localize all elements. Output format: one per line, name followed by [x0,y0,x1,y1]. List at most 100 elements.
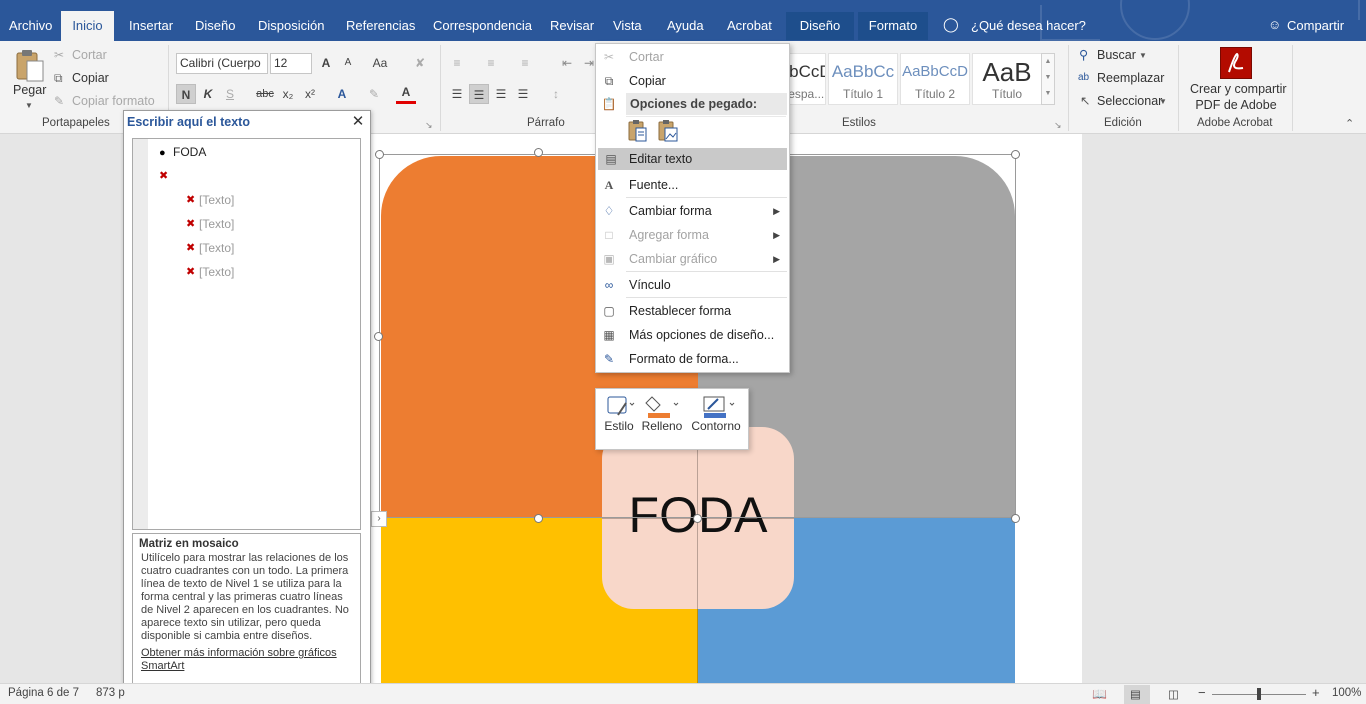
paste-picture-icon[interactable] [657,119,679,143]
tab-insertar[interactable]: Insertar [120,12,182,40]
font-color-icon[interactable]: A [396,84,416,104]
menu-item-edit-text[interactable]: ▤ Editar texto [598,148,787,170]
resize-handle[interactable] [534,514,543,523]
share-button[interactable]: Compartir [1278,12,1353,40]
tab-smartart-formato[interactable]: Formato [858,12,928,40]
menu-item-format-shape[interactable]: ✎ Formato de forma... [596,348,789,370]
tab-revisar[interactable]: Revisar [541,12,603,40]
learn-more-link[interactable]: Obtener más información sobre gráficos S… [139,647,354,673]
find-button[interactable]: Buscar [1097,46,1136,64]
shrink-font-icon[interactable]: A [338,53,358,73]
align-center-icon[interactable]: ☰ [469,84,489,104]
tab-ayuda[interactable]: Ayuda [658,12,713,40]
strikethrough-button[interactable]: abc [252,84,278,104]
word-count[interactable]: 873 p [96,687,125,699]
highlight-icon[interactable]: ✎ [364,84,384,104]
replace-button[interactable]: Reemplazar [1097,69,1164,87]
tab-inicio[interactable]: Inicio [61,11,114,41]
tab-disposicion[interactable]: Disposición [249,12,333,40]
styles-gallery-scroll[interactable]: ▲ ▼ ▼ [1041,53,1055,105]
menu-item-link[interactable]: ∞ Vínculo [596,274,789,296]
style-title[interactable]: AaB Título [972,53,1042,105]
style-button[interactable]: Estilo [602,393,636,433]
styles-dialog-launcher-icon[interactable]: ↘ [1054,120,1062,131]
menu-item-layout-options[interactable]: ▦ Más opciones de diseño... [596,324,789,346]
menu-item-font[interactable]: A Fuente... [596,174,789,196]
create-pdf-line2[interactable]: PDF de Adobe [1190,96,1282,114]
text-pane-toggle-icon[interactable]: › [371,511,387,527]
font-size-value: 12 [274,56,288,70]
menu-item-change-graphic[interactable]: ▣ Cambiar gráfico ▶ [596,248,789,270]
font-dialog-launcher-icon[interactable]: ↘ [425,120,433,131]
zoom-slider-thumb[interactable] [1257,688,1261,700]
tab-diseno[interactable]: Diseño [186,12,244,40]
tab-vista[interactable]: Vista [604,12,651,40]
style-heading-1[interactable]: AaBbCc Título 1 [828,53,898,105]
font-size-field[interactable]: 12 [270,53,312,74]
align-right-icon[interactable]: ☰ [491,84,511,104]
numbering-icon[interactable]: ≡ [481,53,501,73]
tab-correspondencia[interactable]: Correspondencia [424,12,541,40]
superscript-icon[interactable]: x² [300,84,320,104]
text-pane-list[interactable]: ● FODA ✖ ✖ [Texto] ✖ [Texto] ✖ [Texto] ✖… [132,138,361,530]
cut-button[interactable]: Cortar [72,46,107,64]
menu-item-add-shape[interactable]: □ Agregar forma ▶ [596,224,789,246]
style-heading-2[interactable]: AaBbCcD Título 2 [900,53,970,105]
resize-handle[interactable] [1011,150,1020,159]
zoom-in-icon[interactable]: + [1312,685,1320,700]
clear-format-icon[interactable]: ✘ [410,53,430,73]
format-painter-button[interactable]: Copiar formato [72,92,155,110]
list-item[interactable]: [Texto] [199,265,234,279]
select-button[interactable]: Seleccionar [1097,92,1162,110]
underline-icon[interactable]: S [220,84,240,104]
align-left-icon[interactable]: ☰ [447,84,467,104]
menu-item-copy[interactable]: ⧉ Copiar [596,70,789,92]
resize-handle[interactable] [375,150,384,159]
resize-handle[interactable] [1011,514,1020,523]
decrease-indent-icon[interactable]: ⇤ [557,53,577,73]
collapse-ribbon-icon[interactable]: ⌃ [1345,117,1354,130]
fill-button[interactable]: Relleno [640,393,684,433]
subscript-icon[interactable]: x₂ [278,84,298,104]
menu-item-reset-shape[interactable]: ▢ Restablecer forma [596,300,789,322]
tell-me-search[interactable]: ¿Qué desea hacer? [962,12,1095,40]
line-spacing-icon[interactable]: ↕ [546,84,566,104]
list-item[interactable]: FODA [173,145,206,159]
italic-icon[interactable]: K [198,84,218,104]
paste-keep-source-icon[interactable] [627,119,649,143]
zoom-out-icon[interactable]: − [1198,685,1206,700]
paste-dropdown-arrow-icon[interactable]: ▼ [25,97,33,115]
menu-item-cut[interactable]: ✂ Cortar [596,46,789,68]
bold-icon[interactable]: N [176,84,196,104]
grow-font-icon[interactable]: A [316,53,336,73]
font-name-field[interactable]: Calibri (Cuerpo [176,53,268,74]
resize-handle[interactable] [693,514,702,523]
resize-handle[interactable] [374,332,383,341]
page-count[interactable]: Página 6 de 7 [8,687,79,699]
justify-icon[interactable]: ☰ [513,84,533,104]
tab-archivo[interactable]: Archivo [0,12,61,40]
bullets-icon[interactable]: ≡ [447,53,467,73]
tab-referencias[interactable]: Referencias [337,12,424,40]
resize-handle[interactable] [534,148,543,157]
text-effects-icon[interactable]: A [332,84,352,104]
web-layout-icon[interactable]: ◫ [1168,687,1179,701]
outline-button[interactable]: Contorno [688,393,744,433]
find-dropdown-arrow-icon[interactable]: ▼ [1139,47,1147,65]
copy-button[interactable]: Copiar [72,69,109,87]
tab-smartart-diseno[interactable]: Diseño [786,12,854,40]
list-item[interactable]: [Texto] [199,217,234,231]
list-item[interactable]: [Texto] [199,241,234,255]
menu-item-change-shape[interactable]: ♢ Cambiar forma ▶ [596,200,789,222]
zoom-level[interactable]: 100% [1332,687,1361,699]
change-case-button[interactable]: Aa [366,53,394,73]
close-icon[interactable]: ✕ [349,113,367,131]
tab-acrobat[interactable]: Acrobat [718,12,781,40]
print-layout-icon[interactable]: ▤ [1130,687,1141,701]
paste-icon[interactable] [14,47,46,83]
multilevel-list-icon[interactable]: ≡ [515,53,535,73]
list-item[interactable]: [Texto] [199,193,234,207]
read-mode-icon[interactable]: 📖 [1092,687,1107,701]
adobe-pdf-icon[interactable] [1220,47,1252,79]
select-dropdown-arrow-icon[interactable]: ▼ [1159,93,1167,111]
